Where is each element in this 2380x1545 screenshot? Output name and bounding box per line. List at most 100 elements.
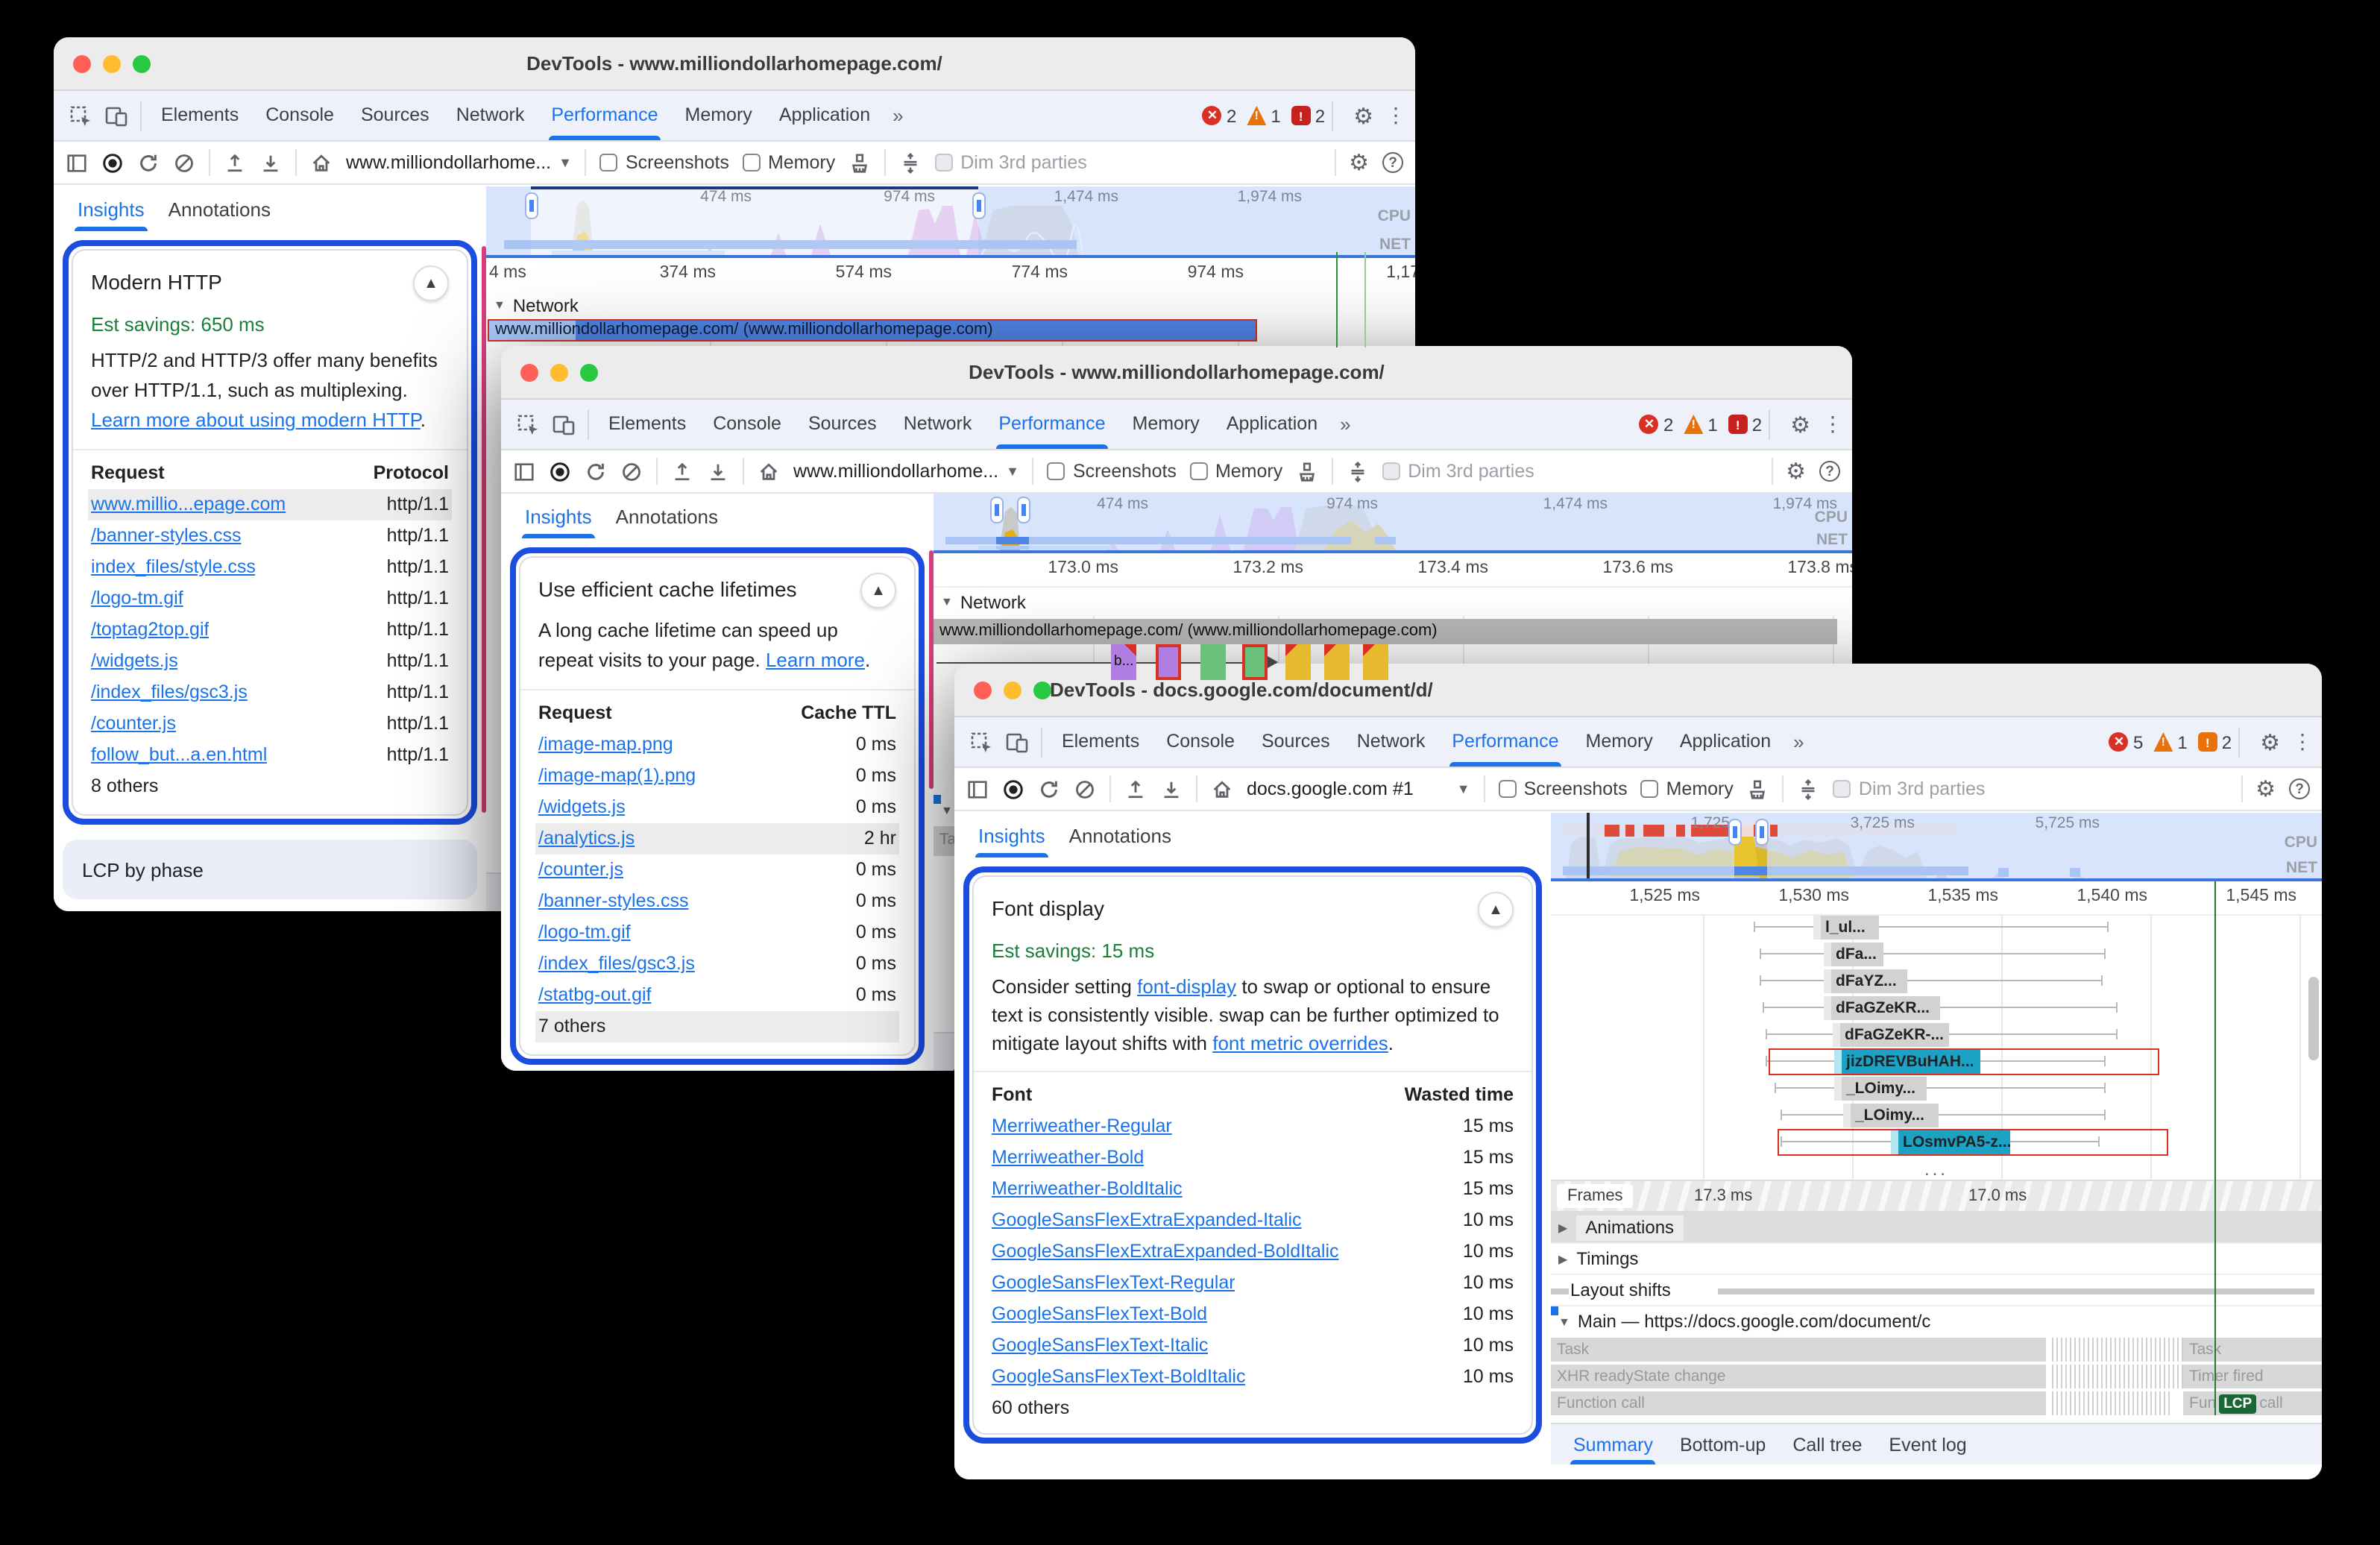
network-request-bar[interactable]: www.milliondollarhomepage.com/ (www.mill… — [488, 319, 1257, 342]
tab-insights[interactable]: Insights — [66, 187, 157, 230]
font-link[interactable]: GoogleSansFlexExtraExpanded-Italic — [992, 1205, 1302, 1236]
request-link[interactable]: /logo-tm.gif — [91, 583, 183, 614]
warning-badge[interactable]: !1 — [1247, 105, 1280, 126]
devtools-tab[interactable]: Elements — [148, 91, 252, 140]
devtools-tab[interactable]: Sources — [1248, 717, 1344, 767]
font-link[interactable]: GoogleSansFlexText-Bold — [992, 1299, 1207, 1330]
close-button[interactable] — [520, 364, 538, 382]
request-chip[interactable] — [1200, 644, 1226, 680]
inspect-icon[interactable] — [510, 406, 546, 442]
request-chip[interactable] — [1242, 644, 1268, 680]
timeline-minimap[interactable]: 474 ms974 ms1,474 ms1,974 ms CPU NET — [934, 494, 1852, 553]
request-link[interactable]: /counter.js — [538, 855, 623, 886]
bottom-tab[interactable]: Call tree — [1779, 1425, 1875, 1464]
font-link[interactable]: GoogleSansFlexText-Italic — [992, 1330, 1208, 1362]
selection-handle-right[interactable] — [972, 192, 986, 219]
toggle-panel-icon[interactable] — [66, 151, 88, 174]
function-call-bar[interactable]: Function call — [1551, 1391, 2046, 1415]
network-section-header[interactable]: ▼Network — [486, 291, 1415, 319]
bottom-tab[interactable]: Bottom-up — [1666, 1425, 1779, 1464]
request-chip[interactable] — [1285, 644, 1311, 680]
expand-triangle-icon[interactable]: ▶ — [1558, 1252, 1567, 1265]
more-tabs-icon[interactable]: » — [884, 104, 912, 127]
devtools-tab[interactable]: Console — [699, 400, 795, 449]
request-link[interactable]: /statbg-out.gif — [538, 980, 652, 1011]
dim-3rd-parties-checkbox[interactable]: Dim 3rd parties — [1833, 778, 1986, 799]
gc-brush-icon[interactable] — [1296, 460, 1318, 482]
request-link[interactable]: index_files/style.css — [91, 552, 256, 583]
request-link[interactable]: /index_files/gsc3.js — [538, 948, 695, 980]
devtools-tab[interactable]: Memory — [672, 91, 766, 140]
flame-bar[interactable]: dFaGZeKR... — [1824, 996, 1940, 1020]
request-link[interactable]: /logo-tm.gif — [538, 917, 631, 948]
request-chip[interactable]: b... — [1111, 644, 1136, 680]
screenshots-checkbox[interactable]: Screenshots — [1499, 778, 1628, 799]
help-icon[interactable]: ? — [1819, 461, 1840, 482]
tab-annotations[interactable]: Annotations — [157, 187, 283, 230]
screenshots-checkbox[interactable]: Screenshots — [1048, 461, 1177, 482]
more-tabs-icon[interactable]: » — [1784, 731, 1813, 753]
collapse-icon[interactable] — [899, 151, 922, 174]
request-link[interactable]: /toptag2top.gif — [91, 614, 209, 646]
help-icon[interactable]: ? — [2289, 778, 2310, 799]
home-icon[interactable] — [310, 151, 333, 174]
sidebar-scrollbar[interactable] — [928, 550, 933, 789]
zoom-button[interactable] — [133, 55, 151, 73]
selection-handle-left[interactable] — [525, 192, 538, 219]
collapse-icon[interactable] — [1798, 778, 1820, 800]
selection-handle-right[interactable] — [1755, 819, 1769, 846]
request-link[interactable]: /banner-styles.css — [538, 886, 688, 917]
collapse-icon[interactable] — [1347, 460, 1369, 482]
request-link[interactable]: /image-map(1).png — [538, 761, 696, 792]
warning-badge[interactable]: !1 — [1684, 414, 1717, 435]
zoom-button[interactable] — [1033, 682, 1051, 699]
font-link[interactable]: Merriweather-Regular — [992, 1111, 1172, 1142]
record-icon[interactable] — [101, 151, 124, 174]
devtools-tab[interactable]: Performance — [1438, 717, 1572, 767]
memory-checkbox[interactable]: Memory — [1641, 778, 1734, 799]
reload-icon[interactable] — [585, 460, 607, 482]
kebab-menu-icon[interactable]: ⋮ — [1385, 103, 1406, 128]
timings-track[interactable]: ▶Timings — [1551, 1244, 2322, 1275]
kebab-menu-icon[interactable]: ⋮ — [2292, 729, 2313, 755]
tab-annotations[interactable]: Annotations — [604, 494, 730, 538]
network-section-header[interactable]: ▼Network — [934, 588, 1852, 616]
request-chip[interactable] — [1363, 644, 1388, 680]
devtools-tab[interactable]: Elements — [595, 400, 699, 449]
minimize-button[interactable] — [1004, 682, 1021, 699]
titlebar[interactable]: DevTools - www.milliondollarhomepage.com… — [54, 37, 1415, 91]
request-link[interactable]: /banner-styles.css — [91, 520, 241, 552]
devtools-tab[interactable]: Memory — [1119, 400, 1213, 449]
settings-gear-icon[interactable]: ⚙ — [1349, 149, 1369, 176]
record-icon[interactable] — [549, 460, 571, 482]
error-badge[interactable]: ✕2 — [1203, 105, 1236, 126]
memory-checkbox[interactable]: Memory — [743, 152, 835, 173]
tab-annotations[interactable]: Annotations — [1057, 814, 1183, 857]
bottom-tab[interactable]: Summary — [1560, 1425, 1666, 1464]
request-chip[interactable] — [1156, 644, 1181, 680]
insight-card-cache-lifetimes[interactable]: Use efficient cache lifetimes ▲ A long c… — [519, 556, 916, 1056]
task-slices[interactable] — [2052, 1391, 2171, 1415]
devtools-tab[interactable]: Memory — [1572, 717, 1666, 767]
font-link[interactable]: GoogleSansFlexText-Regular — [992, 1268, 1235, 1299]
lcp-badge[interactable]: LCP — [2219, 1394, 2256, 1413]
flame-scrollbar[interactable] — [2308, 977, 2319, 1060]
settings-gear-icon[interactable]: ⚙ — [1790, 411, 1810, 438]
flame-bar[interactable]: l_ul... — [1813, 916, 1879, 940]
kebab-menu-icon[interactable]: ⋮ — [1822, 412, 1843, 437]
devtools-tab[interactable]: Network — [443, 91, 538, 140]
devtools-tab[interactable]: Performance — [538, 91, 671, 140]
devtools-tab[interactable]: Sources — [347, 91, 443, 140]
download-profile-icon[interactable] — [259, 151, 282, 174]
request-link[interactable]: /widgets.js — [91, 646, 178, 677]
task-bar[interactable]: Task — [2183, 1338, 2322, 1362]
titlebar[interactable]: DevTools - www.milliondollarhomepage.com… — [501, 346, 1852, 400]
download-profile-icon[interactable] — [707, 460, 729, 482]
timeline-minimap[interactable]: 474 ms974 ms1,474 ms1,974 ms CPU NET — [486, 186, 1415, 258]
layout-shifts-track[interactable]: Layout shifts — [1551, 1275, 2322, 1306]
request-link[interactable]: /analytics.js — [538, 823, 635, 855]
font-link[interactable]: GoogleSansFlexExtraExpanded-BoldItalic — [992, 1236, 1339, 1268]
issues-badge[interactable]: !2 — [2198, 731, 2232, 752]
zoom-button[interactable] — [580, 364, 598, 382]
flame-bar[interactable]: _LOimy... — [1843, 1104, 1939, 1127]
